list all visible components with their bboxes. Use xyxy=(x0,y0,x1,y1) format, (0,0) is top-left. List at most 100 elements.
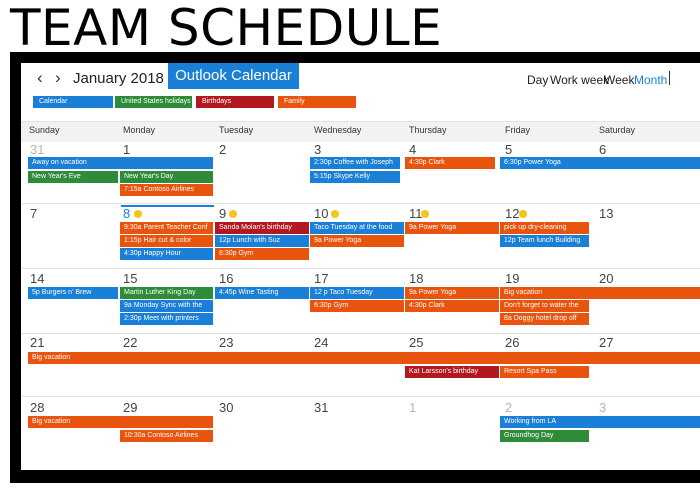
weekday-header: Sunday Monday Tuesday Wednesday Thursday… xyxy=(21,121,700,142)
event[interactable]: 9a Power Yoga xyxy=(405,222,499,234)
weekday-label: Thursday xyxy=(409,125,447,135)
event[interactable]: 1:15p Hair cut & color xyxy=(120,235,213,247)
weekday-label: Monday xyxy=(123,125,156,135)
day-number[interactable]: 7 xyxy=(30,206,37,221)
view-week[interactable]: Week xyxy=(604,73,634,87)
month-label: January 2018 xyxy=(73,70,164,87)
event[interactable]: 4:30p Happy Hour xyxy=(120,248,213,260)
day-number[interactable]: 2 xyxy=(219,142,226,157)
day-number[interactable]: 19 xyxy=(505,271,519,286)
day-number[interactable]: 5 xyxy=(505,142,512,157)
day-number[interactable]: 21 xyxy=(30,335,44,350)
app-name-badge: Outlook Calendar xyxy=(168,63,299,89)
day-number-today[interactable]: 8 xyxy=(123,206,130,221)
day-number[interactable]: 4 xyxy=(409,142,416,157)
event[interactable]: 6:30p Gym xyxy=(215,248,309,260)
day-number[interactable]: 30 xyxy=(219,400,233,415)
day-number[interactable]: 17 xyxy=(314,271,328,286)
week-divider xyxy=(21,268,700,269)
day-number[interactable]: 23 xyxy=(219,335,233,350)
event[interactable]: Taco Tuesday at the food xyxy=(310,222,404,234)
day-number[interactable]: 22 xyxy=(123,335,137,350)
event[interactable]: 6:30p Power Yoga xyxy=(500,157,700,169)
event[interactable]: 6:30p Gym xyxy=(310,300,404,312)
event[interactable]: 12p Lunch with Suz xyxy=(215,235,309,247)
event[interactable]: 9a Monday Sync with the xyxy=(120,300,213,312)
event[interactable]: pick up dry-cleaning xyxy=(500,222,589,234)
event[interactable]: 9a Power Yoga xyxy=(405,287,499,299)
view-separator xyxy=(669,71,670,85)
event[interactable]: 2:30p Meet with printers xyxy=(120,313,213,325)
event[interactable]: 9:30a Parent Teacher Conf xyxy=(120,222,213,234)
event[interactable]: 9a Power Yoga xyxy=(310,235,404,247)
day-number[interactable]: 25 xyxy=(409,335,423,350)
legend-birthdays[interactable]: Birthdays xyxy=(196,96,274,108)
event[interactable]: 5:15p Skype Kelly xyxy=(310,171,400,183)
event[interactable]: Big vacation xyxy=(28,352,700,364)
week-divider xyxy=(21,203,700,204)
sun-weather-icon xyxy=(134,210,142,218)
weekday-label: Saturday xyxy=(599,125,636,135)
day-number[interactable]: 31 xyxy=(314,400,328,415)
day-number[interactable]: 1 xyxy=(123,142,130,157)
next-month-icon[interactable]: › xyxy=(55,68,61,88)
day-number[interactable]: 18 xyxy=(409,271,423,286)
event[interactable]: New Year's Day xyxy=(120,171,213,183)
event[interactable]: Big vacation xyxy=(500,287,700,299)
day-number[interactable]: 3 xyxy=(314,142,321,157)
event[interactable]: Sanda Molan's birthday xyxy=(215,222,309,234)
sun-weather-icon xyxy=(519,210,527,218)
day-number[interactable]: 24 xyxy=(314,335,328,350)
day-number[interactable]: 3 xyxy=(599,400,606,415)
sun-weather-icon xyxy=(421,210,429,218)
event[interactable]: 4:30p Clark xyxy=(405,300,499,312)
day-number[interactable]: 2 xyxy=(505,400,512,415)
sun-weather-icon xyxy=(331,210,339,218)
event[interactable]: 12 p Taco Tuesday xyxy=(310,287,404,299)
view-day[interactable]: Day xyxy=(527,73,548,87)
event[interactable]: Kat Larsson's birthday xyxy=(405,366,499,378)
event[interactable]: Don't forget to water the xyxy=(500,300,589,312)
event[interactable]: New Year's Eve xyxy=(28,171,118,183)
event[interactable]: Martin Luther King Day xyxy=(120,287,213,299)
day-number[interactable]: 9 xyxy=(219,206,226,221)
event[interactable]: 5p Burgers n' Brew xyxy=(28,287,118,299)
weekday-label: Wednesday xyxy=(314,125,362,135)
event[interactable]: Big vacation xyxy=(28,416,213,428)
day-number[interactable]: 31 xyxy=(30,142,44,157)
day-number[interactable]: 20 xyxy=(599,271,613,286)
day-number[interactable]: 28 xyxy=(30,400,44,415)
view-month[interactable]: Month xyxy=(634,73,667,87)
day-number[interactable]: 12 xyxy=(505,206,519,221)
legend-family[interactable]: Family xyxy=(278,96,356,108)
day-number[interactable]: 29 xyxy=(123,400,137,415)
weekday-label: Tuesday xyxy=(219,125,254,135)
day-number[interactable]: 15 xyxy=(123,271,137,286)
event[interactable]: Away on vacation xyxy=(28,157,213,169)
event[interactable]: Working from LA xyxy=(500,416,700,428)
event[interactable]: Groundhog Day xyxy=(500,430,589,442)
day-number[interactable]: 27 xyxy=(599,335,613,350)
weekday-label: Friday xyxy=(505,125,531,135)
previous-month-icon[interactable]: ‹ xyxy=(37,68,43,88)
day-number[interactable]: 10 xyxy=(314,206,328,221)
day-number[interactable]: 14 xyxy=(30,271,44,286)
event[interactable]: Resort Spa Pass xyxy=(500,366,589,378)
legend-us-holidays[interactable]: United States holidays xyxy=(115,96,192,108)
event[interactable]: 10:30a Contoso Airlines xyxy=(120,430,213,442)
day-number[interactable]: 1 xyxy=(409,400,416,415)
day-number[interactable]: 16 xyxy=(219,271,233,286)
event[interactable]: 12p Team lunch Building xyxy=(500,235,589,247)
legend-calendar[interactable]: Calendar xyxy=(33,96,113,108)
event[interactable]: 8a Doggy hotel drop off xyxy=(500,313,589,325)
event[interactable]: 7:15a Contoso Airlines xyxy=(120,184,213,196)
view-work-week[interactable]: Work week xyxy=(550,73,609,87)
month-picker[interactable]: January 2018 ⌄ xyxy=(73,70,177,87)
weekday-label: Sunday xyxy=(29,125,60,135)
event[interactable]: 2:30p Coffee with Joseph xyxy=(310,157,400,169)
day-number[interactable]: 26 xyxy=(505,335,519,350)
event[interactable]: 4:45p Wine Tasting xyxy=(215,287,309,299)
day-number[interactable]: 13 xyxy=(599,206,613,221)
event[interactable]: 4:30p Clark xyxy=(405,157,495,169)
day-number[interactable]: 6 xyxy=(599,142,606,157)
